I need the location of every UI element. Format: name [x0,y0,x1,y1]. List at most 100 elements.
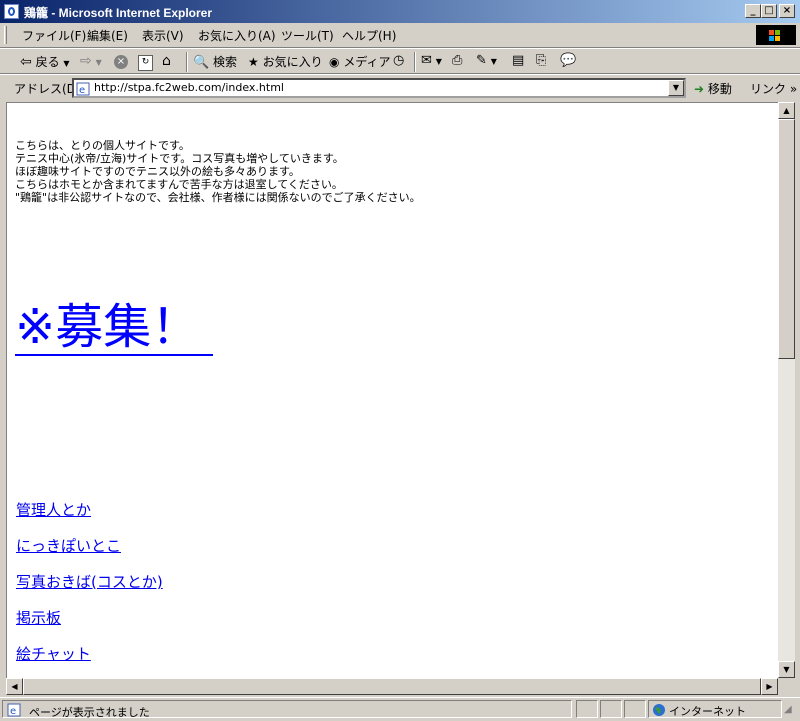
title-bar[interactable]: 鶏籠 - Microsoft Internet Explorer _ □ × [0,0,800,23]
status-panel-empty [624,700,646,718]
status-panel-empty [600,700,622,718]
page-content: こちらは、とりの個人サイトです。 テニス中心(氷帝/立海)サイトです。コス写真も… [6,102,778,678]
discuss-button[interactable]: ▤ [512,53,524,68]
print-icon: ⎙ [452,53,463,68]
address-bar: アドレス(D) e http://stpa.fc2web.com/index.h… [0,74,800,100]
stop-icon: × [114,55,128,69]
link-bbs[interactable]: 掲示板 [16,607,61,628]
forward-dropdown-icon: ▼ [95,58,102,67]
back-label: 戻る [35,55,60,69]
status-panel-empty [576,700,598,718]
zone-text: インターネット [669,705,746,718]
links-label: リンク [750,82,787,96]
link-photos[interactable]: 写真おきば(コスとか) [16,571,163,592]
messenger-icon: 💬 [560,53,577,68]
edit-icon: ✎ [476,53,487,68]
horizontal-scroll-thumb[interactable] [23,678,761,695]
favorites-icon: ★ [248,55,259,69]
horizontal-scrollbar[interactable]: ◀ ▶ [6,678,778,695]
edit-button[interactable]: ✎ ▼ [476,53,497,68]
status-panel: e ページが表示されました [2,700,572,719]
print-button[interactable]: ⎙ [452,53,462,68]
maximize-button[interactable]: □ [761,4,777,18]
scroll-left-button[interactable]: ◀ [6,678,23,695]
intro-line: テニス中心(氷帝/立海)サイトです。コス写真も増やしていきます。 [15,152,344,165]
menu-tools[interactable]: ツール(T) [281,27,334,44]
search-button[interactable]: 🔍 検索 [193,53,237,70]
search-label: 検索 [213,55,238,69]
research-button[interactable]: ⎘ [536,53,546,68]
link-oekaki-chat[interactable]: 絵チャット [16,643,91,664]
intro-line: こちらはホモとか含まれてますんで苦手な方は退室してください。 [15,178,343,191]
page-icon: e [76,81,90,96]
refresh-icon: ↻ [138,55,153,71]
menu-grip [4,26,7,44]
chevron-right-icon: » [789,82,798,96]
recruit-link[interactable]: ※募集！ [15,300,214,356]
vertical-scrollbar[interactable]: ▲ ▼ [778,102,795,678]
link-diary[interactable]: にっきぽいとこ [16,535,121,556]
toolbar-separator [414,52,416,72]
address-url: http://stpa.fc2web.com/index.html [94,81,284,94]
home-icon: ⌂ [162,53,171,69]
page-done-icon: e [7,702,21,717]
status-text: ページが表示されました [29,706,150,719]
resize-grip-icon[interactable]: ◢ [784,704,798,718]
mail-dropdown-icon: ▼ [435,57,442,66]
home-button[interactable]: ⌂ [162,53,171,69]
media-button[interactable]: ◉ メディア [329,53,390,70]
address-input[interactable]: e http://stpa.fc2web.com/index.html ▼ [72,78,686,98]
media-icon: ◉ [329,55,340,69]
mail-icon: ✉ [421,53,432,68]
vertical-scroll-thumb[interactable] [778,119,795,359]
forward-arrow-icon: ⇨ [80,53,92,69]
svg-text:e: e [10,706,16,717]
back-arrow-icon: ⇦ [20,54,32,70]
links-button[interactable]: リンク » [750,80,797,97]
edit-dropdown-icon: ▼ [490,57,497,66]
stop-button[interactable]: × [114,53,128,69]
research-icon: ⎘ [536,53,547,68]
favorites-button[interactable]: ★ お気に入り [248,53,323,70]
toolbar-separator [186,52,188,72]
minimize-button[interactable]: _ [745,4,761,18]
menu-help[interactable]: ヘルプ(H) [342,27,396,44]
forward-button[interactable]: ⇨ ▼ [80,53,102,69]
scroll-up-button[interactable]: ▲ [778,102,795,119]
history-icon: ◷ [393,53,405,68]
scroll-corner [778,678,795,695]
refresh-button[interactable]: ↻ [138,53,153,71]
address-label: アドレス(D) [14,82,81,96]
favorites-label: お気に入り [262,55,323,69]
history-button[interactable]: ◷ [393,53,404,68]
status-bar: e ページが表示されました インターネット ◢ [0,697,800,720]
scroll-down-button[interactable]: ▼ [778,661,795,678]
intro-line: こちらは、とりの個人サイトです。 [15,139,190,152]
address-dropdown-button[interactable]: ▼ [668,80,684,96]
standard-toolbar: ⇦ 戻る ▼ ⇨ ▼ × ↻ ⌂ 🔍 検索 ★ お気に入り ◉ メディア ◷ ✉… [0,48,800,74]
ie-icon [4,4,19,19]
go-button[interactable]: ➜ 移動 [694,80,732,97]
go-arrow-icon: ➜ [694,82,705,96]
menu-edit[interactable]: 編集(E) [87,27,128,44]
menu-file[interactable]: ファイル(F) [22,27,86,44]
svg-text:e: e [79,85,85,96]
menu-view[interactable]: 表示(V) [142,27,184,44]
scroll-right-button[interactable]: ▶ [761,678,778,695]
intro-line: ほぼ趣味サイトですのでテニス以外の絵も多々あります。 [15,165,300,178]
go-label: 移動 [707,82,732,96]
menu-bar: ファイル(F) 編集(E) 表示(V) お気に入り(A) ツール(T) ヘルプ(… [0,23,800,48]
media-label: メディア [343,55,391,69]
window-title: 鶏籠 - Microsoft Internet Explorer [24,6,213,20]
zone-panel: インターネット [648,700,782,718]
back-button[interactable]: ⇦ 戻る ▼ [20,53,70,70]
link-admin[interactable]: 管理人とか [16,499,91,520]
menu-favorites[interactable]: お気に入り(A) [198,27,276,44]
mail-button[interactable]: ✉ ▼ [421,53,442,68]
windows-logo [756,25,796,45]
intro-line: "鶏籠"は非公認サイトなので、会社様、作者様には関係ないのでご了承ください。 [15,191,421,204]
globe-icon [652,702,666,716]
messenger-button[interactable]: 💬 [560,53,576,68]
discuss-icon: ▤ [512,53,525,68]
close-button[interactable]: × [779,4,795,18]
